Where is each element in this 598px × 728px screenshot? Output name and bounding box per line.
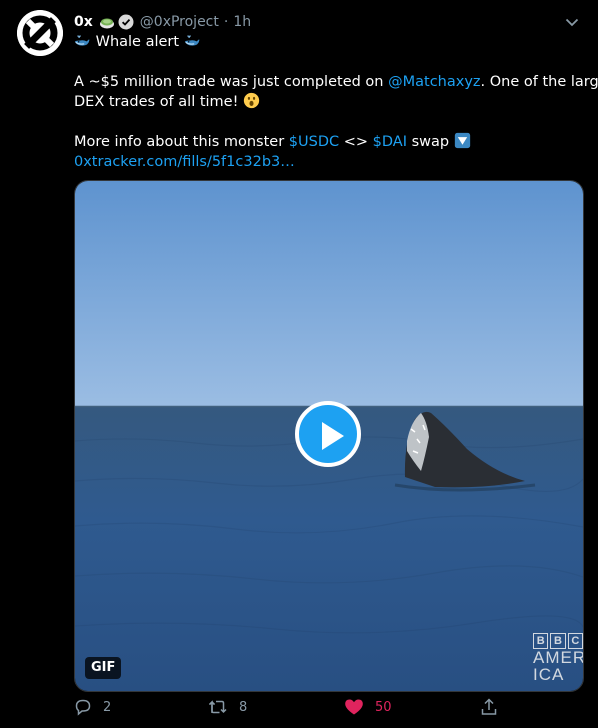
watermark-line-2: ICA [533, 665, 565, 684]
logo-0x-icon [17, 10, 63, 56]
retweet-button[interactable]: 8 [208, 698, 247, 716]
dex-text: DEX trades of all time! [74, 94, 239, 110]
like-button[interactable]: 50 [344, 698, 392, 716]
play-button[interactable] [295, 401, 361, 467]
whale-alert-text: Whale alert [95, 34, 180, 50]
like-icon [345, 699, 363, 715]
trade-text: A ~$5 million trade was just completed o… [74, 74, 389, 90]
line-more-info: More info about this monster $USDC <> $D… [74, 132, 586, 152]
reply-icon [75, 699, 91, 716]
like-count: 50 [375, 699, 392, 715]
cashtag-dai[interactable]: $DAI [373, 134, 407, 150]
verified-icon [118, 14, 134, 30]
watermark-box-2: B [550, 633, 566, 649]
tweet[interactable]: 0x @0xProject · 1h Whale alert A ~$5 mil… [0, 0, 598, 728]
timestamp[interactable]: 1h [233, 14, 251, 30]
separator-dot: · [223, 14, 229, 30]
cashtag-usdc[interactable]: $USDC [289, 134, 339, 150]
tweet-header: 0x @0xProject · 1h [74, 12, 251, 32]
retweet-icon [208, 700, 227, 714]
swap-text: swap [407, 134, 450, 150]
watermark-box-1: B [533, 633, 549, 649]
line-dex: DEX trades of all time! [74, 92, 586, 112]
avatar[interactable] [17, 10, 63, 56]
astonished-emoji-icon [243, 92, 260, 109]
share-button[interactable] [480, 698, 498, 716]
trade-text-end: . One of the largest [480, 74, 598, 90]
gif-badge: GIF [85, 657, 122, 679]
mention-matchaxyz[interactable]: @Matchaxyz [388, 74, 480, 90]
tracker-link[interactable]: 0xtracker.com/fills/5f1c32b3… [74, 152, 586, 172]
matcha-emoji-icon [99, 14, 115, 30]
reply-count: 2 [103, 699, 112, 715]
line-trade: A ~$5 million trade was just completed o… [74, 72, 598, 92]
tweet-actions: 2 8 50 [74, 698, 594, 720]
down-arrow-button-emoji-icon [454, 132, 470, 149]
play-icon [322, 422, 344, 450]
bbc-america-watermark: B B C AMER ICA [531, 633, 583, 691]
whale-icon [74, 35, 90, 46]
watermark-line-1: AMER [533, 648, 584, 667]
swap-arrows-text: <> [339, 134, 373, 150]
gif-media[interactable]: GIF B B C AMER ICA [74, 180, 584, 692]
whale-icon [184, 35, 200, 46]
chevron-down-icon[interactable] [564, 14, 580, 30]
retweet-count: 8 [239, 699, 248, 715]
share-icon [481, 698, 497, 715]
tweet-text: Whale alert A ~$5 million trade was just… [74, 32, 598, 172]
line-whale-alert: Whale alert [74, 32, 586, 52]
user-handle[interactable]: @0xProject [140, 14, 219, 30]
display-name[interactable]: 0x [74, 14, 93, 30]
reply-button[interactable]: 2 [74, 698, 111, 716]
watermark-box-3: C [567, 633, 583, 649]
more-info-text: More info about this monster [74, 134, 289, 150]
